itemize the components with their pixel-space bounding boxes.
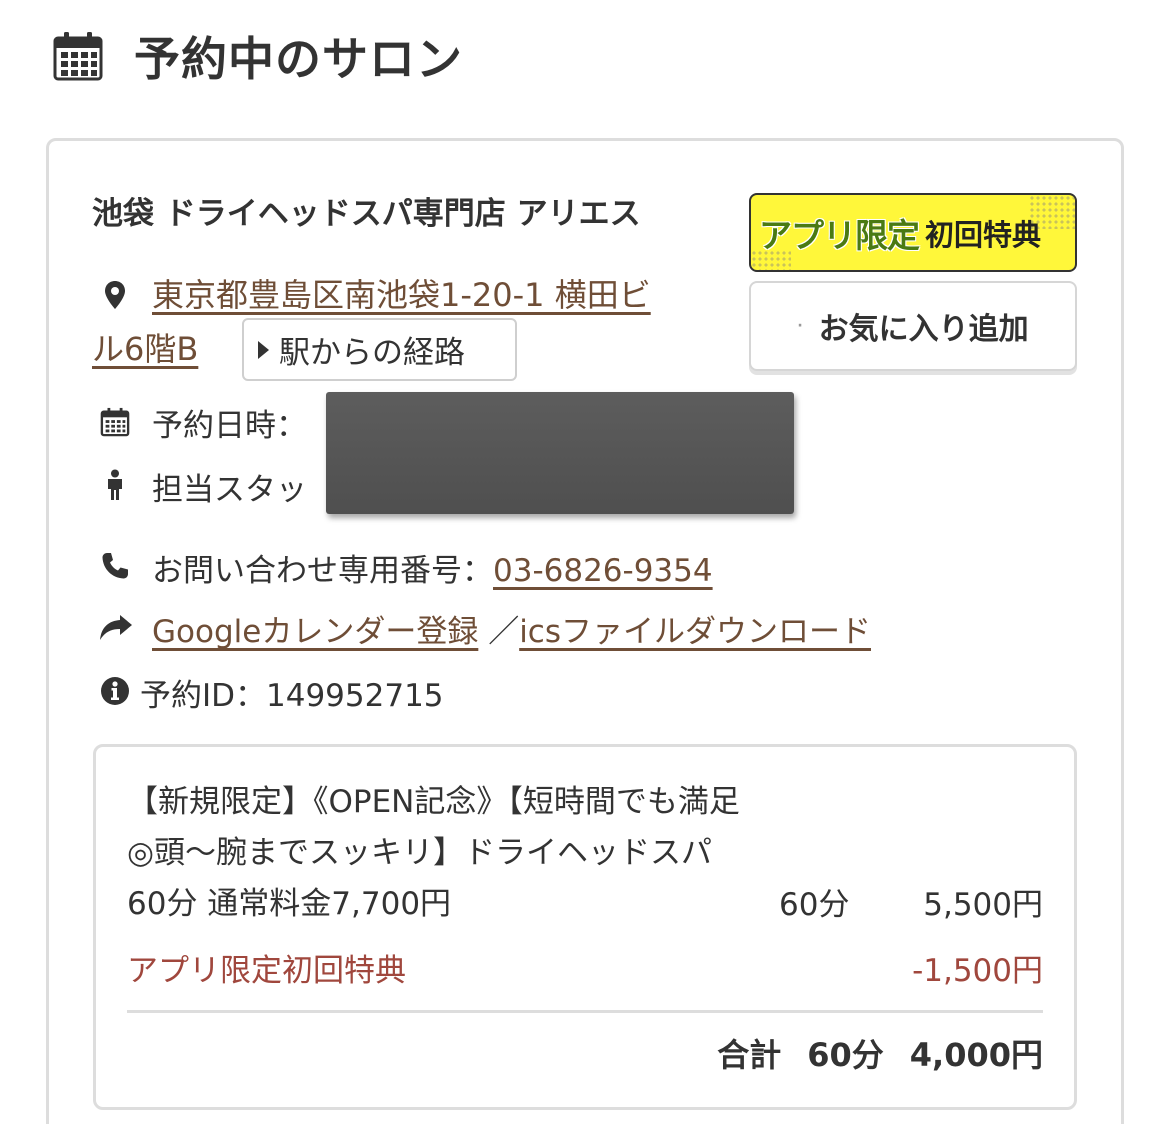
station-route-button[interactable]: 駅からの経路	[242, 318, 517, 381]
button-dot: ·	[797, 318, 803, 334]
total-label: 合計	[717, 1036, 782, 1074]
total-row: 合計 60分 4,000円	[717, 1030, 1043, 1076]
badge-sub-text: 初回特典	[925, 217, 1042, 252]
total-price: 4,000円	[909, 1036, 1043, 1074]
person-icon	[100, 468, 130, 502]
discount-label: アプリ限定初回特典	[127, 953, 406, 989]
phone-row: お問い合わせ専用番号：03-6826-9354	[152, 545, 713, 590]
link-separator: ／	[488, 614, 520, 650]
phone-number-link[interactable]: 03-6826-9354	[493, 553, 713, 589]
triangle-right-icon	[258, 340, 269, 359]
salon-name[interactable]: 池袋 ドライヘッドスパ専門店 アリエス	[92, 188, 641, 233]
page-header: 予約中のサロン	[52, 28, 463, 86]
badge-main-text: アプリ限定	[759, 215, 920, 255]
menu-price: 5,500円	[923, 887, 1043, 923]
add-favorite-button[interactable]: · お気に入り追加	[749, 281, 1077, 371]
menu-name: 【新規限定】《OPEN記念》【短時間でも満足◎頭～腕までスッキリ】ドライヘッドス…	[127, 784, 740, 922]
info-icon	[100, 674, 130, 708]
reservation-id-row: 予約ID：149952715	[140, 670, 444, 715]
discount-value: -1,500円	[912, 953, 1043, 989]
app-limited-badge: アプリ限定 初回特典	[749, 193, 1077, 272]
reservation-date-label: 予約日時：	[152, 408, 307, 444]
google-calendar-link[interactable]: Googleカレンダー登録	[152, 614, 478, 650]
calendar-icon	[53, 32, 103, 81]
address-line-1[interactable]: 東京都豊島区南池袋1-20-1 横田ビ	[152, 276, 651, 314]
reservation-id-label: 予約ID：	[140, 678, 267, 714]
phone-label: お問い合わせ専用番号：	[152, 553, 493, 589]
phone-icon	[100, 549, 130, 583]
page-title: 予約中のサロン	[134, 32, 463, 86]
add-favorite-label: お気に入り追加	[818, 312, 1029, 347]
reservation-id-value: 149952715	[266, 678, 444, 714]
calendar-icon	[100, 405, 130, 439]
divider	[127, 1010, 1043, 1013]
menu-duration: 60分	[779, 887, 850, 923]
ics-download-link[interactable]: icsファイルダウンロード	[519, 614, 871, 650]
total-duration: 60分	[807, 1036, 884, 1074]
address-line-2[interactable]: ル6階B	[92, 330, 198, 368]
route-label: 駅からの経路	[279, 335, 465, 371]
redacted-area	[326, 392, 794, 514]
calendar-links-row: Googleカレンダー登録 ／icsファイルダウンロード	[152, 606, 871, 651]
staff-label: 担当スタッ	[152, 472, 307, 508]
share-arrow-icon	[98, 611, 134, 645]
